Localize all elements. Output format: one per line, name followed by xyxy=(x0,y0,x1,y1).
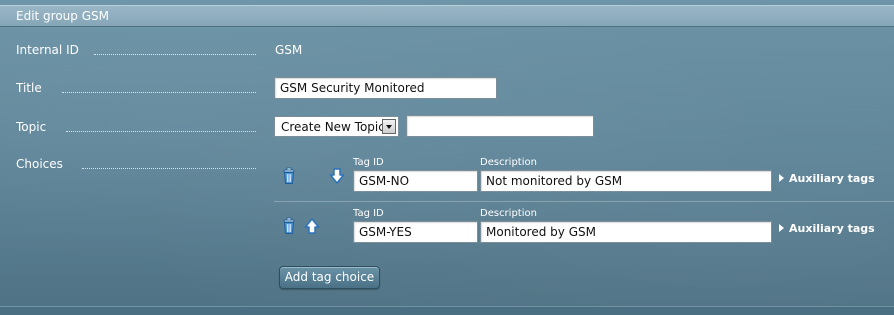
choices-label: Choices xyxy=(16,157,256,171)
topic-label: Topic xyxy=(16,120,256,134)
title-input[interactable] xyxy=(274,77,497,99)
auxiliary-tags-toggle[interactable]: Auxiliary tags xyxy=(779,222,875,235)
topic-label-text: Topic xyxy=(16,120,47,134)
tag-id-label: Tag ID xyxy=(353,208,384,219)
edit-group-panel: Edit group GSM Internal ID GSM Title Top… xyxy=(0,0,894,315)
title-label-text: Title xyxy=(16,81,42,95)
label-dots xyxy=(82,168,256,169)
label-dots xyxy=(94,54,256,55)
trash-icon[interactable] xyxy=(280,167,298,185)
choice-divider xyxy=(274,201,894,202)
internal-id-value: GSM xyxy=(275,43,303,57)
description-input[interactable] xyxy=(480,221,772,243)
trash-icon[interactable] xyxy=(280,217,298,235)
triangle-right-icon xyxy=(779,224,784,232)
title-label: Title xyxy=(16,81,256,95)
topic-select[interactable]: Create New Topic xyxy=(274,116,399,137)
tag-id-label: Tag ID xyxy=(353,157,384,168)
label-dots xyxy=(66,131,256,132)
choices-label-text: Choices xyxy=(16,157,63,171)
dropdown-arrow-icon[interactable] xyxy=(382,119,396,134)
triangle-right-icon xyxy=(779,174,784,182)
panel-titlebar: Edit group GSM xyxy=(0,5,894,27)
label-dots xyxy=(62,92,256,93)
internal-id-label-text: Internal ID xyxy=(16,43,79,57)
arrow-up-icon[interactable] xyxy=(303,217,321,235)
panel-title: Edit group GSM xyxy=(16,9,109,23)
panel-bottom-edge xyxy=(0,306,894,315)
add-tag-choice-button[interactable]: Add tag choice xyxy=(279,266,380,289)
new-topic-input[interactable] xyxy=(406,115,594,137)
topic-select-value: Create New Topic xyxy=(281,120,385,134)
description-label: Description xyxy=(480,208,537,219)
internal-id-label: Internal ID xyxy=(16,43,256,57)
arrow-down-icon[interactable] xyxy=(328,167,346,185)
description-input[interactable] xyxy=(480,170,772,192)
description-label: Description xyxy=(480,157,537,168)
auxiliary-tags-label: Auxiliary tags xyxy=(789,222,875,235)
tag-id-input[interactable] xyxy=(353,221,478,243)
auxiliary-tags-label: Auxiliary tags xyxy=(789,172,875,185)
auxiliary-tags-toggle[interactable]: Auxiliary tags xyxy=(779,172,875,185)
tag-id-input[interactable] xyxy=(353,170,478,192)
